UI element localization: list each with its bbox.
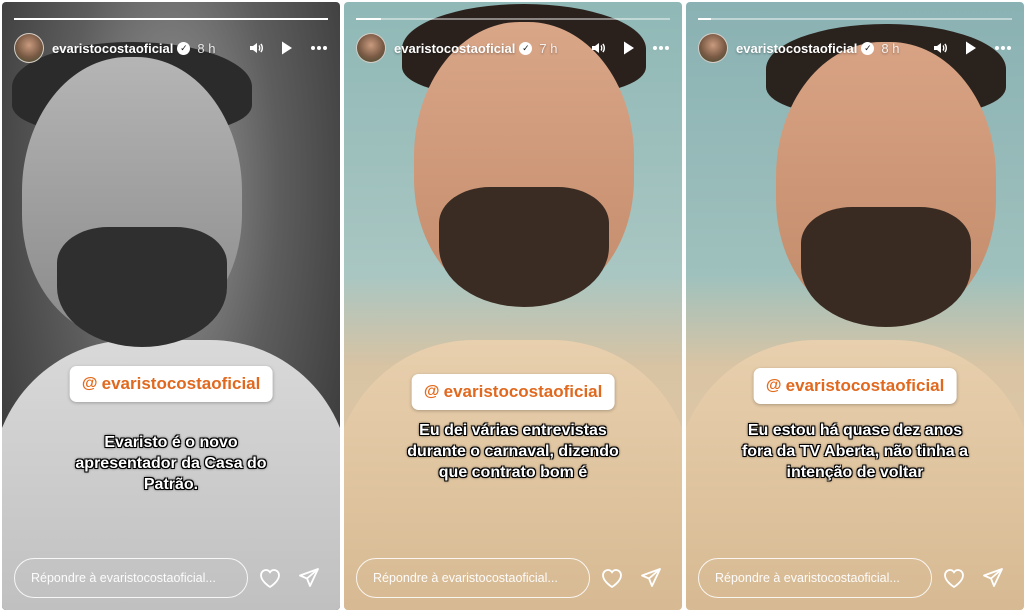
send-icon[interactable]	[298, 567, 320, 589]
speaker-icon[interactable]	[248, 40, 264, 56]
play-icon[interactable]	[964, 40, 978, 56]
story-footer	[698, 558, 1012, 598]
story-footer	[356, 558, 670, 598]
story-caption: Eu estou há quase dez anos fora da TV Ab…	[741, 422, 969, 481]
story-progress-fill	[356, 18, 382, 20]
footer-actions	[258, 567, 328, 589]
mention-sticker[interactable]: @ evaristocostaoficial	[753, 368, 957, 404]
reply-input[interactable]	[698, 558, 932, 598]
username[interactable]: evaristocostaoficial	[394, 41, 515, 56]
story-controls	[932, 40, 1012, 56]
reply-input[interactable]	[356, 558, 590, 598]
story-panel-3[interactable]: evaristocostaoficial ✓ 8 h @ evaristocos…	[686, 2, 1024, 610]
mention-text: evaristocostaoficial	[785, 376, 945, 395]
reply-input[interactable]	[14, 558, 248, 598]
story-progress-bar	[698, 18, 1012, 20]
story-controls	[590, 40, 670, 56]
mention-at-icon: @	[765, 377, 782, 394]
story-video-2	[344, 2, 682, 610]
story-caption: Evaristo é o novo apresentador da Casa d…	[75, 434, 267, 493]
story-progress-bar	[356, 18, 670, 20]
story-progress-fill	[14, 18, 328, 20]
send-icon[interactable]	[640, 567, 662, 589]
mention-text: evaristocostaoficial	[101, 374, 261, 393]
heart-icon[interactable]	[600, 567, 624, 589]
verified-badge-icon: ✓	[177, 41, 191, 55]
username[interactable]: evaristocostaoficial	[52, 41, 173, 56]
mention-at-icon: @	[423, 383, 440, 400]
verified-badge-icon: ✓	[861, 41, 875, 55]
story-video-1	[2, 2, 340, 610]
verified-badge-icon: ✓	[519, 41, 533, 55]
story-video-3	[686, 2, 1024, 610]
mention-sticker[interactable]: @ evaristocostaoficial	[69, 366, 273, 402]
footer-actions	[600, 567, 670, 589]
avatar[interactable]	[14, 33, 44, 63]
mention-sticker[interactable]: @ evaristocostaoficial	[411, 374, 615, 410]
speaker-icon[interactable]	[932, 40, 948, 56]
send-icon[interactable]	[982, 567, 1004, 589]
story-footer	[14, 558, 328, 598]
speaker-icon[interactable]	[590, 40, 606, 56]
story-controls	[248, 40, 328, 56]
story-panel-2[interactable]: evaristocostaoficial ✓ 7 h @ evaristocos…	[344, 2, 682, 610]
beard-shape	[57, 227, 227, 347]
footer-actions	[942, 567, 1012, 589]
mention-at-icon: @	[81, 375, 98, 392]
heart-icon[interactable]	[258, 567, 282, 589]
username[interactable]: evaristocostaoficial	[736, 41, 857, 56]
story-header: evaristocostaoficial ✓ 8 h	[14, 32, 328, 64]
more-icon[interactable]	[652, 45, 670, 51]
story-caption: Eu dei várias entrevistas durante o carn…	[407, 422, 619, 481]
avatar[interactable]	[698, 33, 728, 63]
timestamp: 8 h	[881, 40, 900, 56]
play-icon[interactable]	[280, 40, 294, 56]
story-progress-bar	[14, 18, 328, 20]
story-header: evaristocostaoficial ✓ 8 h	[698, 32, 1012, 64]
play-icon[interactable]	[622, 40, 636, 56]
story-header: evaristocostaoficial ✓ 7 h	[356, 32, 670, 64]
mention-text: evaristocostaoficial	[443, 382, 603, 401]
beard-shape	[801, 207, 971, 327]
story-progress-fill	[698, 18, 711, 20]
heart-icon[interactable]	[942, 567, 966, 589]
avatar[interactable]	[356, 33, 386, 63]
story-panel-1[interactable]: evaristocostaoficial ✓ 8 h @ evaristocos…	[2, 2, 340, 610]
more-icon[interactable]	[994, 45, 1012, 51]
timestamp: 7 h	[539, 40, 558, 56]
more-icon[interactable]	[310, 45, 328, 51]
beard-shape	[439, 187, 609, 307]
timestamp: 8 h	[197, 40, 216, 56]
